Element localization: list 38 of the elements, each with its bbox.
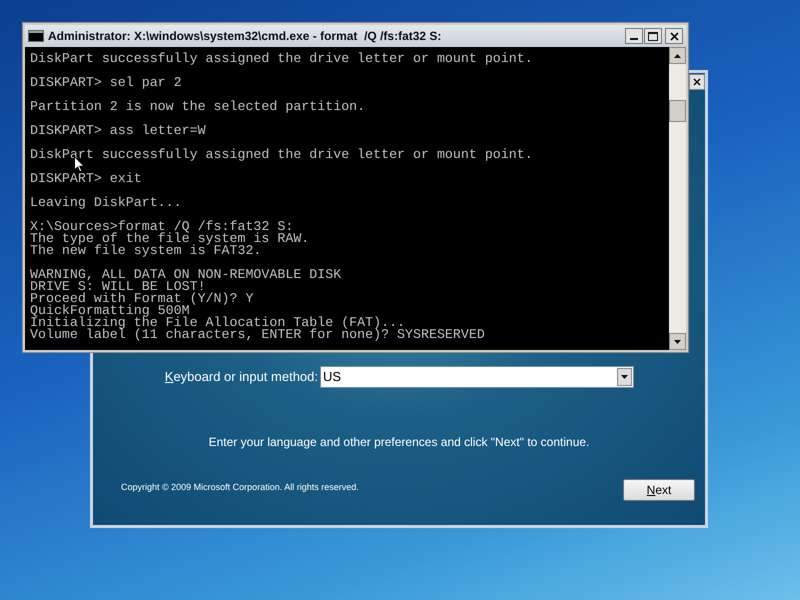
minimize-button[interactable] (625, 28, 643, 44)
close-icon (693, 78, 701, 86)
console-line: X:\Sources>format /Q /fs:fat32 S: (30, 221, 294, 233)
console-line: DRIVE S: WILL BE LOST! (30, 281, 206, 293)
console-line: DISKPART> sel par 2 (30, 77, 183, 89)
down-arrow-icon (674, 340, 681, 344)
console-line: WARNING, ALL DATA ON NON-REMOVABLE DISK (30, 269, 342, 281)
scroll-up-button[interactable] (669, 47, 686, 64)
copyright-text: Copyright © 2009 Microsoft Corporation. All rights reserved. (121, 481, 359, 494)
field-label: Keyboard or input method: (164, 368, 319, 386)
scroll-thumb[interactable] (669, 100, 686, 122)
console-line: Volume label (11 characters, ENTER for none)? SYSRESERVED (30, 329, 486, 341)
scrollbar[interactable] (669, 47, 686, 350)
console-line: Partition 2 is now the selected partition. (30, 101, 366, 113)
dropdown-value: US (322, 368, 342, 386)
window-title: Administrator: X:\windows\system32\cmd.exe - format /Q /fs:fat32 S: (48, 28, 442, 45)
close-icon (670, 32, 678, 40)
console-line: Initializing the File Allocation Table (FAT)... (30, 317, 406, 329)
console-line: Leaving DiskPart... (30, 197, 183, 209)
close-button[interactable] (689, 74, 705, 90)
keyboard-dropdown[interactable]: US (320, 366, 634, 388)
console-line: QuickFormatting 500M (30, 305, 190, 317)
console-icon (28, 30, 44, 42)
console-line: DISKPART> exit (30, 173, 143, 185)
console-line: DISKPART> ass letter=W (30, 125, 207, 137)
minimize-icon (630, 38, 638, 40)
scroll-down-button[interactable] (669, 333, 686, 350)
up-arrow-icon (674, 54, 681, 58)
maximize-button[interactable] (644, 28, 662, 44)
console-line: The type of the file system is RAW. (30, 233, 310, 245)
instruction-text: Enter your language and other preferences and click "Next" to continue. (208, 434, 590, 451)
console-line: DiskPart successfully assigned the drive letter or mount point. (30, 149, 534, 161)
console-line: The new file system is FAT32. (30, 245, 262, 257)
console-line: DiskPart successfully assigned the drive letter or mount point. (30, 53, 534, 65)
close-button[interactable] (665, 28, 683, 44)
maximize-icon (648, 32, 658, 40)
next-button[interactable]: Next (623, 479, 695, 501)
console-line: Proceed with Format (Y/N)? Y (30, 293, 254, 305)
